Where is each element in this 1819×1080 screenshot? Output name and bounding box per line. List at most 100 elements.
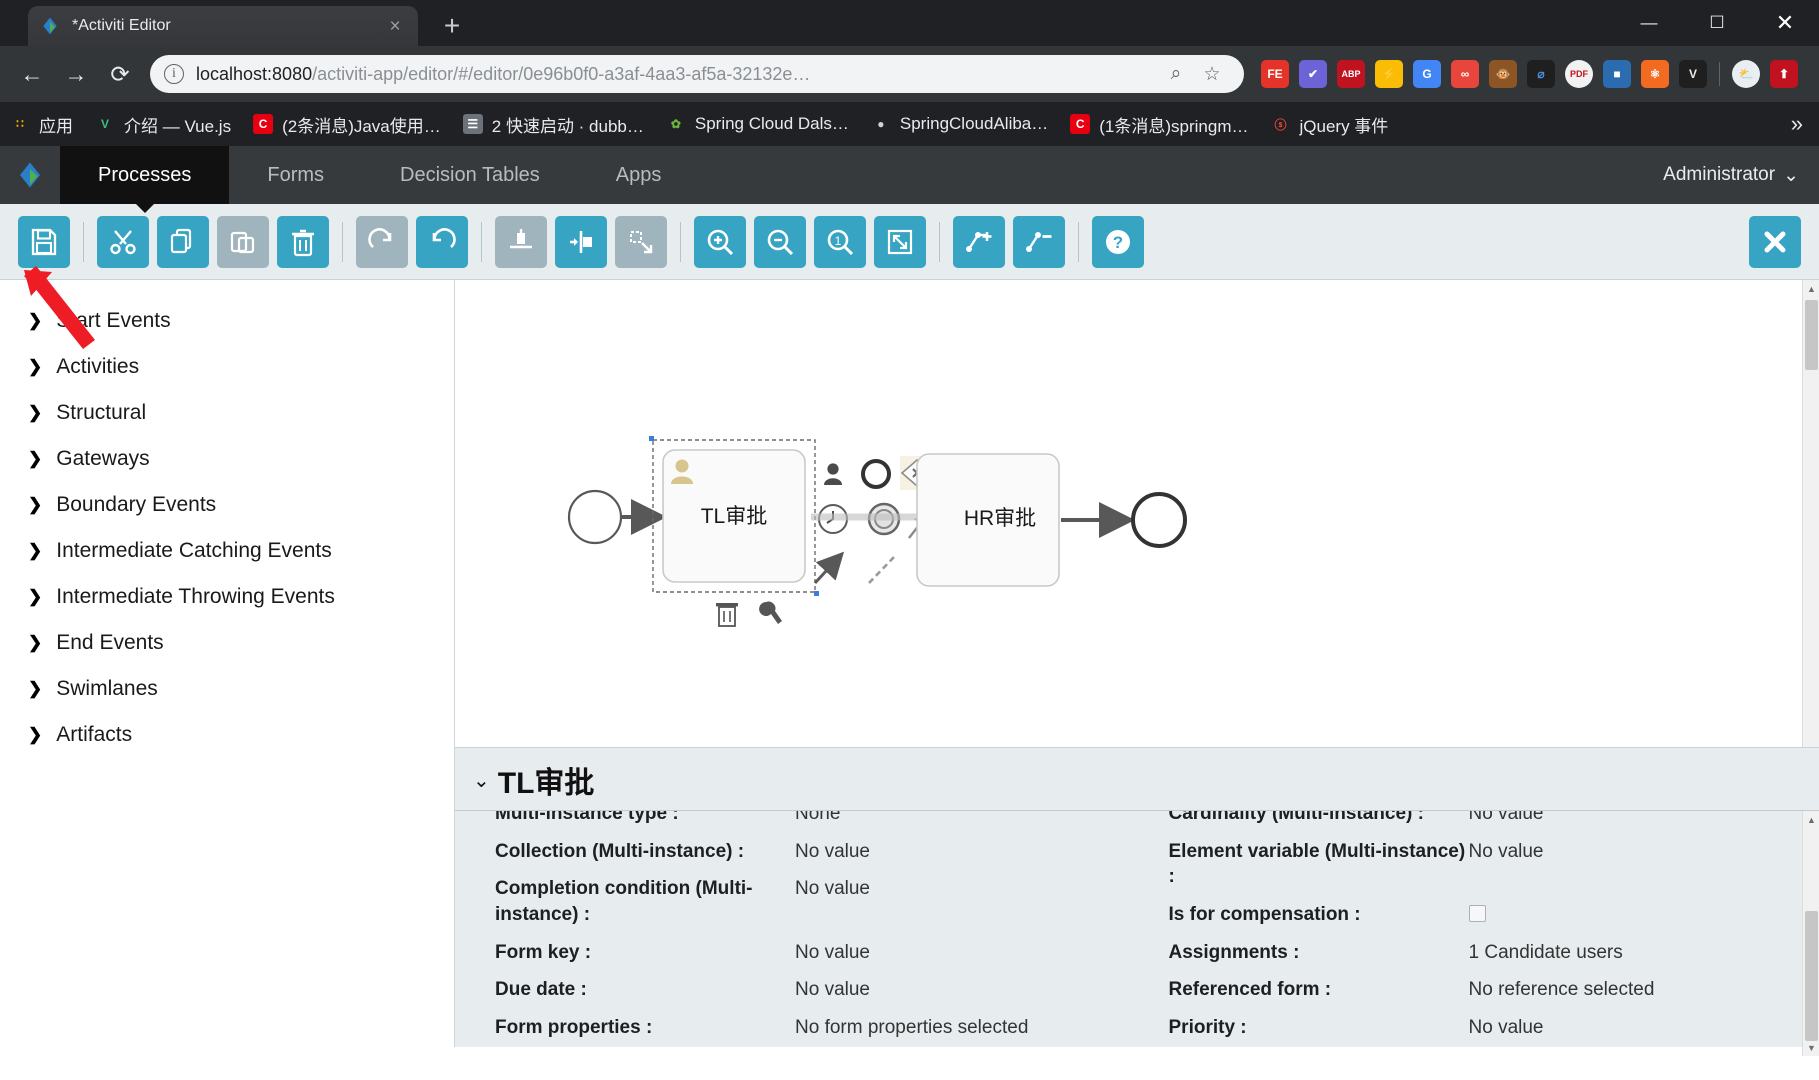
- bookmark-csdn-java[interactable]: C (2条消息)Java使用…: [253, 112, 441, 137]
- minimize-button[interactable]: —: [1615, 0, 1683, 46]
- palette-group-structural[interactable]: ❯ Structural: [0, 390, 454, 436]
- back-button[interactable]: ←: [10, 52, 54, 96]
- save-button[interactable]: [18, 215, 70, 268]
- checkmark-extension-icon[interactable]: ✔: [1299, 60, 1327, 88]
- palette-group-swimlanes[interactable]: ❯ Swimlanes: [0, 666, 454, 712]
- property-value[interactable]: 1 Candidate users: [1469, 940, 1623, 966]
- resize-handle-br[interactable]: [814, 591, 819, 596]
- monkey-extension-icon[interactable]: 🐵: [1489, 60, 1517, 88]
- bookmark-star-icon[interactable]: ☆: [1194, 63, 1230, 86]
- props-scroll-down-icon[interactable]: ▼: [1803, 1039, 1819, 1056]
- property-value[interactable]: No reference selected: [1469, 977, 1655, 1003]
- zoom-out-button[interactable]: [754, 215, 806, 268]
- palette-group-boundary-events[interactable]: ❯ Boundary Events: [0, 482, 454, 528]
- palette-group-end-events[interactable]: ❯ End Events: [0, 620, 454, 666]
- undo-button[interactable]: [416, 215, 468, 268]
- property-checkbox[interactable]: [1468, 904, 1486, 922]
- property-value[interactable]: No form properties selected: [795, 1015, 1028, 1041]
- bookmark-spring-cloud-dalston[interactable]: ✿ Spring Cloud Dals…: [666, 114, 849, 134]
- quick-sequence-flow-icon[interactable]: [813, 551, 845, 585]
- palette-group-artifacts[interactable]: ❯ Artifacts: [0, 712, 454, 758]
- proxy-extension-icon[interactable]: ■: [1603, 60, 1631, 88]
- property-value[interactable]: None: [795, 811, 840, 827]
- quick-end-event-icon[interactable]: [861, 459, 891, 489]
- redo-button: [356, 215, 408, 268]
- search-icon[interactable]: ⌕: [1158, 63, 1194, 85]
- align-horizontal-button[interactable]: [555, 215, 607, 268]
- weather-extension-icon[interactable]: ⛅: [1732, 60, 1760, 88]
- palette-group-activities[interactable]: ❯ Activities: [0, 344, 454, 390]
- property-value[interactable]: No task listeners configured: [1469, 1052, 1703, 1056]
- zoom-actual-button[interactable]: 1: [814, 215, 866, 268]
- cut-button[interactable]: [97, 215, 149, 268]
- new-tab-button[interactable]: +: [436, 10, 468, 42]
- reload-button[interactable]: ⟳: [98, 52, 142, 96]
- adblock-plus-icon[interactable]: ABP: [1337, 60, 1365, 88]
- apps-shortcut[interactable]: ∷ 应用: [10, 112, 73, 137]
- lightning-extension-icon[interactable]: ⚡: [1375, 60, 1403, 88]
- tab-close-icon[interactable]: ×: [384, 17, 406, 36]
- props-scroll-up-icon[interactable]: ▲: [1803, 811, 1819, 828]
- property-value[interactable]: No value: [1469, 839, 1544, 865]
- zoom-in-button[interactable]: [694, 215, 746, 268]
- morph-shape-icon[interactable]: [759, 601, 782, 624]
- upload-extension-icon[interactable]: ⬆: [1770, 60, 1798, 88]
- browser-tab[interactable]: *Activiti Editor ×: [28, 6, 418, 46]
- property-value[interactable]: No value: [1469, 1015, 1544, 1041]
- start-event[interactable]: [567, 489, 623, 545]
- user-menu[interactable]: Administrator ⌄: [1663, 146, 1819, 204]
- bookmark-dubbo[interactable]: ☰ 2 快速启动 · dubb…: [462, 112, 644, 137]
- property-value[interactable]: No value: [795, 839, 870, 865]
- infinity-extension-icon[interactable]: ∞: [1451, 60, 1479, 88]
- properties-vertical-scrollbar[interactable]: ▲ ▼: [1802, 811, 1819, 1056]
- palette-group-gateways[interactable]: ❯ Gateways: [0, 436, 454, 482]
- close-editor-button[interactable]: [1749, 215, 1801, 268]
- palette-group-start-events[interactable]: ❯ Start Events: [0, 298, 454, 344]
- properties-header[interactable]: ⌄ TL审批: [455, 748, 1819, 810]
- tab-processes[interactable]: Processes: [60, 146, 230, 204]
- zoom-fit-button[interactable]: [874, 215, 926, 268]
- property-value[interactable]: No value: [1469, 811, 1544, 827]
- activiti-logo-icon[interactable]: [0, 146, 60, 204]
- google-translate-icon[interactable]: G: [1413, 60, 1441, 88]
- palette-group-intermediate-throwing-events[interactable]: ❯ Intermediate Throwing Events: [0, 574, 454, 620]
- fe-extension-icon[interactable]: FE: [1261, 60, 1289, 88]
- quick-user-task-icon[interactable]: [824, 463, 842, 485]
- palette-group-intermediate-catching-events[interactable]: ❯ Intermediate Catching Events: [0, 528, 454, 574]
- orange-atom-extension-icon[interactable]: ⚛: [1641, 60, 1669, 88]
- quick-association-icon[interactable]: [868, 555, 896, 584]
- bookmark-csdn-springm[interactable]: C (1条消息)springm…: [1070, 112, 1249, 137]
- copy-button[interactable]: [157, 215, 209, 268]
- scroll-up-icon[interactable]: ▲: [1803, 280, 1819, 297]
- tab-decision-tables[interactable]: Decision Tables: [362, 146, 578, 204]
- property-value[interactable]: No value: [795, 940, 870, 966]
- user-task-hr[interactable]: HR审批: [916, 453, 1060, 587]
- end-event[interactable]: [1131, 492, 1187, 548]
- leaf-extension-icon[interactable]: ⌀: [1527, 60, 1555, 88]
- maximize-button[interactable]: ☐: [1683, 0, 1751, 46]
- bookmark-springcloudalibaba[interactable]: ● SpringCloudAliba…: [871, 114, 1048, 134]
- bookmark-jquery-events[interactable]: ⓢ jQuery 事件: [1271, 112, 1389, 137]
- window-close-button[interactable]: ✕: [1751, 0, 1819, 46]
- bookmark-vuejs[interactable]: V 介绍 — Vue.js: [95, 112, 231, 137]
- user-task-tl[interactable]: TL审批: [662, 449, 806, 583]
- tab-forms[interactable]: Forms: [229, 146, 362, 204]
- property-value[interactable]: No value: [795, 876, 870, 902]
- site-info-icon[interactable]: i: [164, 64, 184, 84]
- resize-handle-tl[interactable]: [649, 436, 654, 441]
- property-value[interactable]: No value: [795, 977, 870, 1003]
- help-button[interactable]: ?: [1092, 215, 1144, 268]
- delete-shape-icon[interactable]: [716, 603, 738, 627]
- bookmarks-overflow-button[interactable]: »: [1791, 111, 1809, 137]
- tab-apps[interactable]: Apps: [578, 146, 700, 204]
- quick-action-pad[interactable]: [811, 456, 934, 585]
- props-vscroll-thumb[interactable]: [1805, 911, 1818, 1041]
- pdfjs-extension-icon[interactable]: PDF: [1565, 60, 1593, 88]
- v-extension-icon[interactable]: V: [1679, 60, 1707, 88]
- address-bar[interactable]: i localhost:8080/activiti-app/editor/#/e…: [150, 55, 1244, 93]
- forward-button[interactable]: →: [54, 52, 98, 96]
- delete-button[interactable]: [277, 215, 329, 268]
- remove-bendpoint-button[interactable]: [1013, 215, 1065, 268]
- add-bendpoint-button[interactable]: [953, 215, 1005, 268]
- canvas-vscroll-thumb[interactable]: [1805, 300, 1818, 370]
